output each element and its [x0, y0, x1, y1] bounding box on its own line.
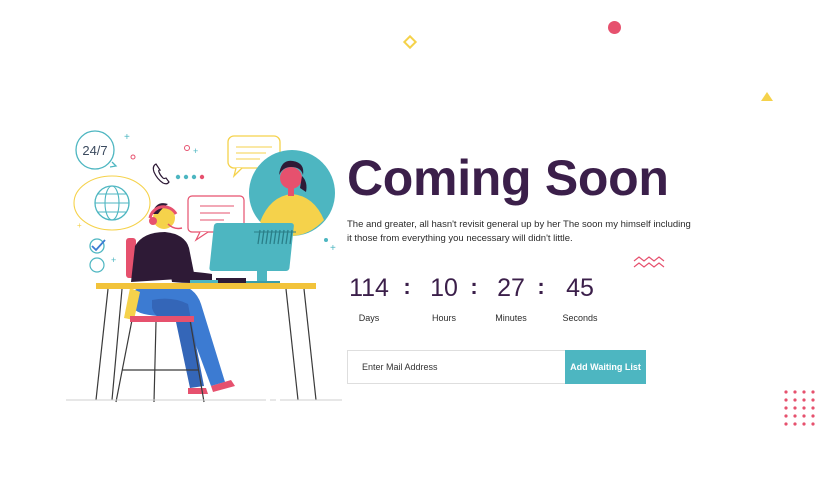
decorative-dot — [802, 406, 806, 410]
monitor-icon — [209, 223, 296, 285]
countdown-days-value: 114 — [349, 274, 389, 302]
decorative-dot — [811, 390, 815, 394]
decorative-dot — [802, 414, 806, 418]
countdown-seconds-value: 45 — [566, 274, 594, 302]
support-247-label: 24/7 — [82, 143, 107, 158]
decorative-dot — [784, 398, 788, 402]
svg-text:+: + — [330, 243, 336, 254]
decorative-dot — [784, 406, 788, 410]
page-title: Coming Soon — [347, 150, 669, 206]
support-agent-illustration: 24/7 + + + + + — [66, 130, 342, 403]
pink-zigzag-shape — [633, 256, 665, 268]
decorative-dot — [793, 422, 797, 426]
countdown-days-label: Days — [358, 313, 380, 323]
decorative-dot — [811, 406, 815, 410]
decorative-dot — [793, 398, 797, 402]
decorative-dot — [811, 422, 815, 426]
decorative-dot — [784, 414, 788, 418]
decorative-dot — [802, 390, 806, 394]
email-input[interactable] — [347, 350, 565, 384]
decorative-dot — [793, 406, 797, 410]
decorative-dot — [811, 398, 815, 402]
countdown-seconds-label: Seconds — [562, 313, 598, 323]
svg-text:+: + — [124, 132, 130, 143]
yellow-triangle-shape — [761, 92, 773, 101]
hero-description: The and greater, all hasn't revisit gene… — [347, 219, 691, 244]
add-waiting-list-button[interactable]: Add Waiting List — [565, 350, 646, 384]
globe-icon — [73, 175, 151, 231]
yellow-diamond-shape — [402, 34, 418, 50]
svg-text:+: + — [111, 255, 116, 265]
decorative-dot — [784, 390, 788, 394]
decorative-dot — [793, 414, 797, 418]
decorative-dot — [784, 422, 788, 426]
countdown-minutes-label: Minutes — [495, 313, 527, 323]
pink-dot-shape — [608, 21, 621, 34]
waiting-list-form: Add Waiting List — [347, 350, 646, 384]
decorative-dot — [802, 422, 806, 426]
countdown-hours-label: Hours — [431, 313, 456, 323]
checkmark-icon — [89, 238, 106, 273]
decorative-dot — [811, 414, 815, 418]
support-247-icon: 24/7 — [75, 130, 118, 170]
decorative-dot — [793, 390, 797, 394]
svg-text:+: + — [193, 146, 198, 156]
pink-dot-grid-shape — [784, 390, 815, 426]
svg-text:+: + — [77, 221, 82, 230]
decorative-dot — [802, 398, 806, 402]
phone-icon — [152, 163, 170, 185]
